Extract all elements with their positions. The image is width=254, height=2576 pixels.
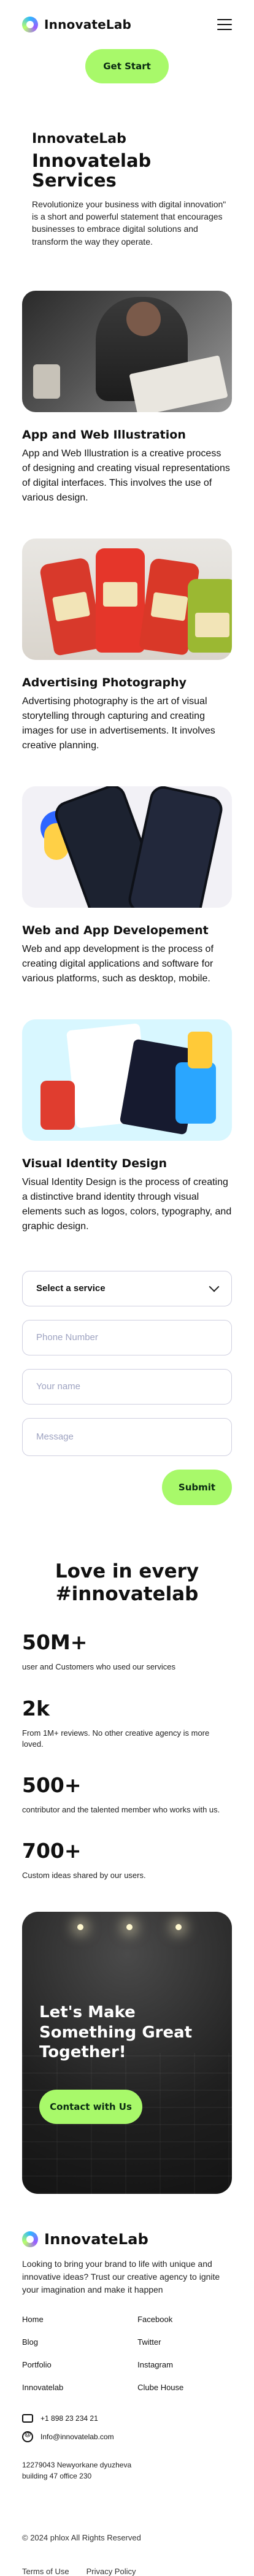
footer-nav-column: Home Blog Portfolio Innovatelab [22,2315,117,2405]
terms-link[interactable]: Terms of Use [22,2567,69,2576]
stat-description: contributor and the talented member who … [22,1804,220,1814]
contact-cta-banner: Let's Make Something Great Together! Con… [22,1912,232,2195]
footer-link-home[interactable]: Home [22,2315,117,2324]
cta-title: Let's Make Something Great Together! [39,2003,193,2062]
footer-link-portfolio[interactable]: Portfolio [22,2360,117,2369]
footer-link-instagram[interactable]: Instagram [137,2360,232,2369]
advertising-photo [22,538,232,660]
service-card: Web and App Developement Web and app dev… [22,786,232,986]
intro-description: Revolutionize your business with digital… [32,199,226,247]
lamp-decoration [175,1924,182,1931]
address: 12279043 Newyorkane dyuzheva building 47… [22,2459,232,2482]
stat-value: 50M+ [22,1630,88,1655]
email-icon [22,2431,33,2443]
phone-icon [22,2414,33,2423]
brand-logo[interactable]: InnovateLab [22,17,131,33]
site-header: InnovateLab [0,0,254,49]
email-address: Info@innovatelab.com [40,2432,114,2442]
chevron-down-icon [209,1281,220,1292]
site-footer: InnovateLab Looking to bring your brand … [0,2231,254,2576]
address-line2: building 47 office 230 [22,2472,92,2481]
service-title: Advertising Photography [22,675,187,689]
app-mockup-image [22,786,232,908]
service-card: Visual Identity Design Visual Identity D… [22,1019,232,1234]
submit-button[interactable]: Submit [162,1469,232,1505]
stat-item: 700+ Custom ideas shared by our users. [22,1839,232,1881]
service-title: Visual Identity Design [22,1156,167,1170]
stat-description: Custom ideas shared by our users. [22,1871,146,1880]
stat-item: 500+ contributor and the talented member… [22,1773,232,1815]
intro-kicker: InnovateLab [32,131,126,147]
name-field[interactable] [36,1381,218,1392]
brand-name: InnovateLab [44,17,132,32]
footer-link-innovatelab[interactable]: Innovatelab [22,2383,117,2392]
menu-icon[interactable] [217,19,232,30]
intro-section: InnovateLab Innovatelab Services Revolut… [0,83,254,248]
lamp-decoration [126,1924,133,1931]
logo-icon [22,17,38,33]
service-description: Visual Identity Design is the process of… [22,1176,232,1232]
stat-value: 500+ [22,1773,82,1797]
phone-number: +1 898 23 234 21 [40,2414,98,2423]
service-description: Web and app development is the process o… [22,943,214,984]
stat-item: 2k From 1M+ reviews. No other creative a… [22,1696,232,1750]
stats-section: Love in every #innovatelab 50M+ user and… [0,1560,254,1881]
service-card: App and Web Illustration App and Web Ill… [22,290,232,505]
footer-links: Home Blog Portfolio Innovatelab Facebook… [22,2315,232,2405]
service-select-label: Select a service [36,1283,106,1294]
message-field[interactable] [36,1432,218,1443]
name-field-wrap [22,1368,232,1405]
contact-button[interactable]: Contact with Us [39,2090,142,2125]
stat-item: 50M+ user and Customers who used our ser… [22,1630,232,1673]
phone-row[interactable]: +1 898 23 234 21 [22,2414,232,2423]
stats-title-line1: Love in every [55,1560,199,1582]
brand-identity-image [22,1019,232,1141]
logo-icon [22,2231,38,2248]
get-start-button[interactable]: Get Start [85,49,169,83]
lamp-decoration [77,1924,83,1931]
service-description: App and Web Illustration is a creative p… [22,448,230,503]
stat-description: user and Customers who used our services [22,1662,176,1672]
stat-value: 700+ [22,1839,82,1863]
footer-link-blog[interactable]: Blog [22,2337,117,2347]
footer-brand-name: InnovateLab [44,2231,149,2248]
stat-value: 2k [22,1696,50,1720]
legal-links: Terms of Use Privacy Policy [22,2567,232,2576]
footer-link-facebook[interactable]: Facebook [137,2315,232,2324]
services-list: App and Web Illustration App and Web Ill… [0,290,254,1234]
address-line1: 12279043 Newyorkane dyuzheva [22,2461,132,2470]
service-description: Advertising photography is the art of vi… [22,696,215,751]
illustration-photo [22,290,232,412]
message-field-wrap [22,1417,232,1456]
service-title: App and Web Illustration [22,427,186,442]
footer-social-column: Facebook Twitter Instagram Clube House [137,2315,232,2405]
footer-description: Looking to bring your brand to life with… [22,2259,220,2295]
service-title: Web and App Developement [22,923,209,937]
copyright: © 2024 phlox All Rights Reserved [22,2533,141,2543]
stats-title: Love in every #innovatelab [22,1560,232,1606]
footer-logo[interactable]: InnovateLab [22,2231,232,2248]
phone-field-wrap [22,1319,232,1355]
service-card: Advertising Photography Advertising phot… [22,538,232,753]
email-row[interactable]: Info@innovatelab.com [22,2431,232,2443]
privacy-link[interactable]: Privacy Policy [87,2567,136,2576]
stat-description: From 1M+ reviews. No other creative agen… [22,1728,210,1749]
stats-title-line2: #innovatelab [55,1583,199,1606]
page-title: Innovatelab Services [32,150,152,191]
footer-link-clubhouse[interactable]: Clube House [137,2383,232,2392]
footer-link-twitter[interactable]: Twitter [137,2337,232,2347]
service-select[interactable]: Select a service [22,1270,232,1306]
phone-field[interactable] [36,1332,218,1343]
contact-form: Select a service Submit [0,1270,254,1505]
